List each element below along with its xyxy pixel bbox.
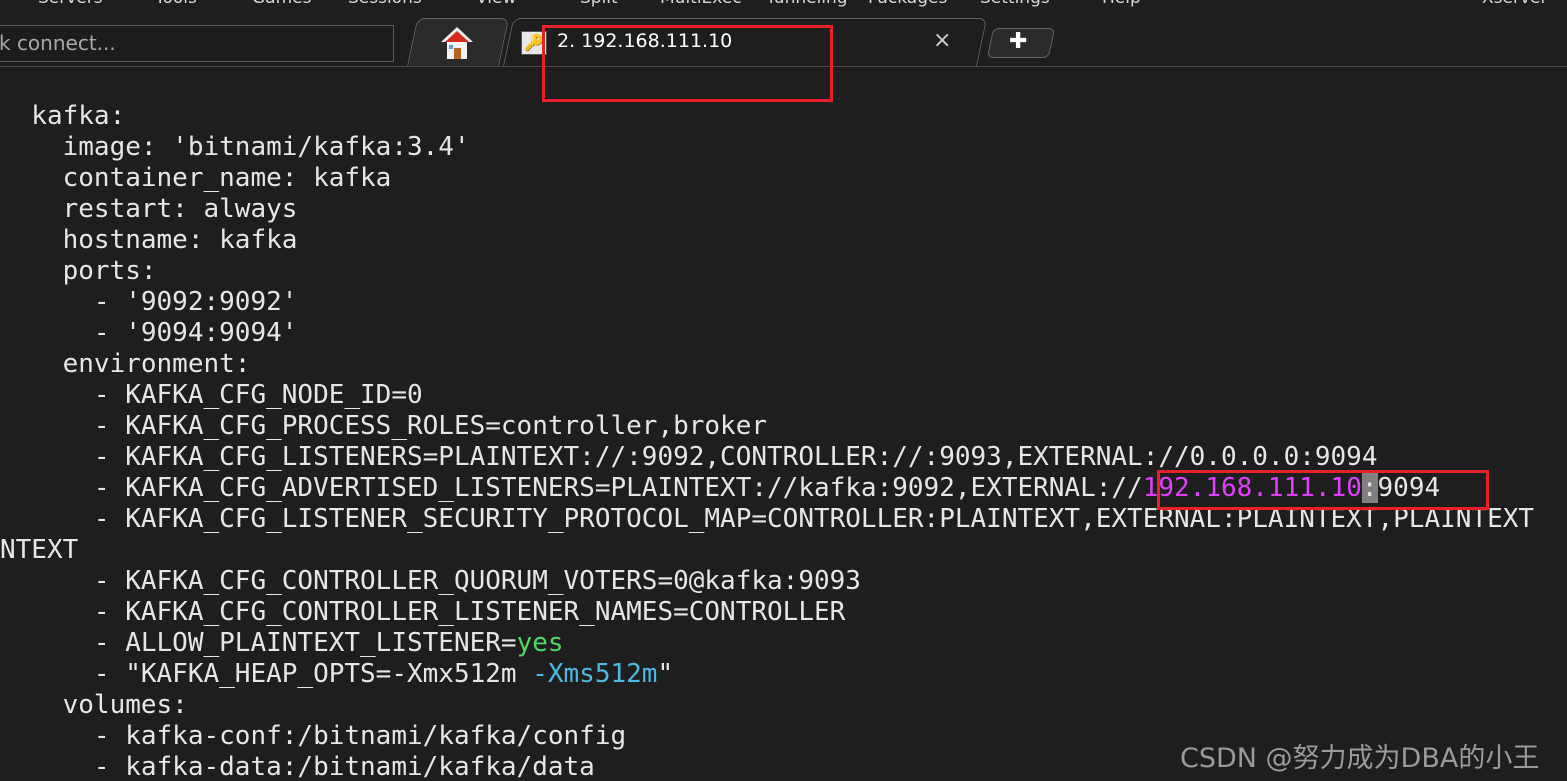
value-yes: yes xyxy=(516,628,564,658)
terminal-line: - KAFKA_CFG_LISTENERS=PLAINTEXT://:9092,… xyxy=(0,442,1378,472)
menu-xserver[interactable]: Xserver xyxy=(1482,0,1547,8)
divider xyxy=(0,66,1567,67)
terminal-line: - "KAFKA_HEAP_OPTS=-Xmx512m -Xms512m" xyxy=(0,659,673,690)
menu-view[interactable]: View xyxy=(476,0,516,8)
terminal-line: - ALLOW_PLAINTEXT_LISTENER=yes xyxy=(0,628,564,659)
terminal-line: container_name: kafka xyxy=(0,163,392,193)
menu-sessions[interactable]: Sessions xyxy=(348,0,422,8)
terminal-line: - KAFKA_CFG_CONTROLLER_LISTENER_NAMES=CO… xyxy=(0,597,846,627)
menu-settings[interactable]: Settings xyxy=(980,0,1050,8)
terminal-line: - '9092:9092' xyxy=(0,287,298,317)
flag-xms: -Xms512m xyxy=(532,659,658,689)
terminal-line: - KAFKA_CFG_NODE_ID=0 xyxy=(0,380,423,410)
watermark: CSDN @努力成为DBA的小王 xyxy=(1180,743,1540,774)
terminal-line: - kafka-data:/bitnami/kafka/data xyxy=(0,752,595,781)
terminal-line: hostname: kafka xyxy=(0,225,298,255)
menu-bar: Servers Tools Games Sessions View Split … xyxy=(0,0,1567,8)
menu-packages[interactable]: Packages xyxy=(868,0,947,8)
terminal-text: - ALLOW_PLAINTEXT_LISTENER= xyxy=(0,628,517,658)
terminal-line: - KAFKA_CFG_PROCESS_ROLES=controller,bro… xyxy=(0,411,768,441)
plus-icon[interactable]: ✚ xyxy=(1009,29,1027,54)
terminal-text: - KAFKA_CFG_ADVERTISED_LISTENERS=PLAINTE… xyxy=(0,473,1143,503)
terminal-line: - kafka-conf:/bitnami/kafka/config xyxy=(0,721,627,751)
terminal-text: - "KAFKA_HEAP_OPTS=-Xmx512m xyxy=(0,659,533,689)
menu-tools[interactable]: Tools xyxy=(155,0,197,8)
terminal-line: restart: always xyxy=(0,194,298,224)
terminal-line: ports: xyxy=(0,256,157,286)
text-cursor: : xyxy=(1361,473,1378,503)
terminal-line: - '9094:9094' xyxy=(0,318,298,348)
terminal-line: NTEXT xyxy=(0,535,79,565)
terminal-text: 9094 xyxy=(1377,473,1441,503)
menu-multiexec[interactable]: MultiExec xyxy=(660,0,742,8)
menu-servers[interactable]: Servers xyxy=(38,0,103,8)
menu-tunneling[interactable]: Tunneling xyxy=(766,0,848,8)
menu-games[interactable]: Games xyxy=(252,0,311,8)
terminal-line: volumes: xyxy=(0,690,188,720)
terminal-text: " xyxy=(657,659,674,689)
home-icon xyxy=(441,27,473,59)
close-icon[interactable]: × xyxy=(933,28,951,53)
terminal-line: kafka: xyxy=(0,101,126,131)
terminal-line-advertised: - KAFKA_CFG_ADVERTISED_LISTENERS=PLAINTE… xyxy=(0,473,1440,504)
terminal-line: - KAFKA_CFG_CONTROLLER_QUORUM_VOTERS=0@k… xyxy=(0,566,861,596)
key-icon: 🔑 xyxy=(521,31,547,55)
tab-session-title: 2. 192.168.111.10 xyxy=(557,30,733,52)
ip-address: 192.168.111.10 xyxy=(1142,473,1362,503)
menu-help[interactable]: Help xyxy=(1102,0,1141,8)
terminal-output[interactable]: kafka: image: 'bitnami/kafka:3.4' contai… xyxy=(0,101,1567,781)
terminal-line: image: 'bitnami/kafka:3.4' xyxy=(0,132,470,162)
terminal-line: - KAFKA_CFG_LISTENER_SECURITY_PROTOCOL_M… xyxy=(0,504,1535,534)
terminal-line: environment: xyxy=(0,349,251,379)
quick-connect-input[interactable]: k connect... xyxy=(0,25,394,62)
menu-split[interactable]: Split xyxy=(580,0,618,8)
